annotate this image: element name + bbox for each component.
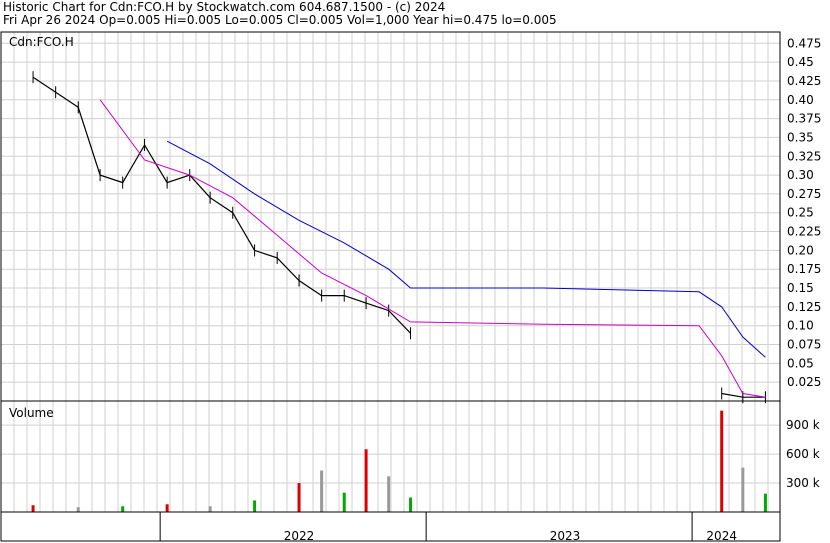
time-axis-frame <box>0 511 781 542</box>
volume-bar <box>208 506 212 512</box>
price-tick-label: 0.425 <box>787 74 821 88</box>
volume-tick-label: 300 k <box>786 476 820 490</box>
year-label: 2022 <box>284 529 315 543</box>
price-grid <box>1 32 780 401</box>
price-tick-label: 0.225 <box>787 225 821 239</box>
volume-bar <box>320 470 324 512</box>
price-tick-label: 0.35 <box>787 130 814 144</box>
volume-bars <box>31 410 767 512</box>
volume-bar <box>121 506 125 512</box>
price-tick-label: 0.40 <box>787 93 814 107</box>
price-tick-label: 0.125 <box>787 300 821 314</box>
price-tick-label: 0.375 <box>787 112 821 126</box>
volume-grid <box>1 401 780 512</box>
price-tick-label: 0.45 <box>787 55 814 69</box>
volume-bar <box>31 505 35 512</box>
volume-bar <box>741 467 745 512</box>
volume-bar <box>720 410 724 512</box>
price-tick-label: 0.25 <box>787 206 814 220</box>
price-tick-label: 0.275 <box>787 187 821 201</box>
volume-bar <box>409 497 413 512</box>
volume-bar <box>76 507 80 512</box>
price-tick-label: 0.05 <box>787 356 814 370</box>
price-tick-label: 0.10 <box>787 319 814 333</box>
volume-bar <box>387 476 391 512</box>
price-tick-label: 0.20 <box>787 243 814 257</box>
price-tick-label: 0.475 <box>787 36 821 50</box>
price-tick-label: 0.30 <box>787 168 814 182</box>
chart-canvas: 2022 2023 2024 Cdn:FCO.H Volume 0.4750.450… <box>0 31 821 543</box>
volume-bar <box>364 449 368 512</box>
volume-bar <box>763 493 767 512</box>
price-panel-title: Cdn:FCO.H <box>9 35 74 49</box>
year-label: 2024 <box>706 529 737 543</box>
volume-tick-label: 900 k <box>786 418 820 432</box>
price-tick-label: 0.075 <box>787 338 821 352</box>
volume-bar <box>297 483 301 512</box>
price-tick-label: 0.15 <box>787 281 814 295</box>
price-marks <box>32 71 766 404</box>
volume-tick-label: 600 k <box>786 447 820 461</box>
time-axis: 2022 2023 2024 <box>159 512 737 543</box>
volume-axis-labels: 900 k 600 k 300 k <box>786 418 820 490</box>
price-tick-label: 0.025 <box>787 375 821 389</box>
price-tick-label: 0.325 <box>787 149 821 163</box>
volume-bar <box>165 504 169 512</box>
moving-average-long-line <box>166 140 766 358</box>
price-tick-label: 0.175 <box>787 262 821 276</box>
moving-average-short-line <box>99 99 766 398</box>
price-axis-labels: 0.475 0.45 0.425 0.40 0.375 0.35 0.325 0.30 0.27… <box>787 36 821 389</box>
volume-panel-title: Volume <box>9 406 54 420</box>
volume-bar <box>342 492 346 512</box>
volume-bar <box>253 500 257 512</box>
year-label: 2023 <box>550 529 581 543</box>
